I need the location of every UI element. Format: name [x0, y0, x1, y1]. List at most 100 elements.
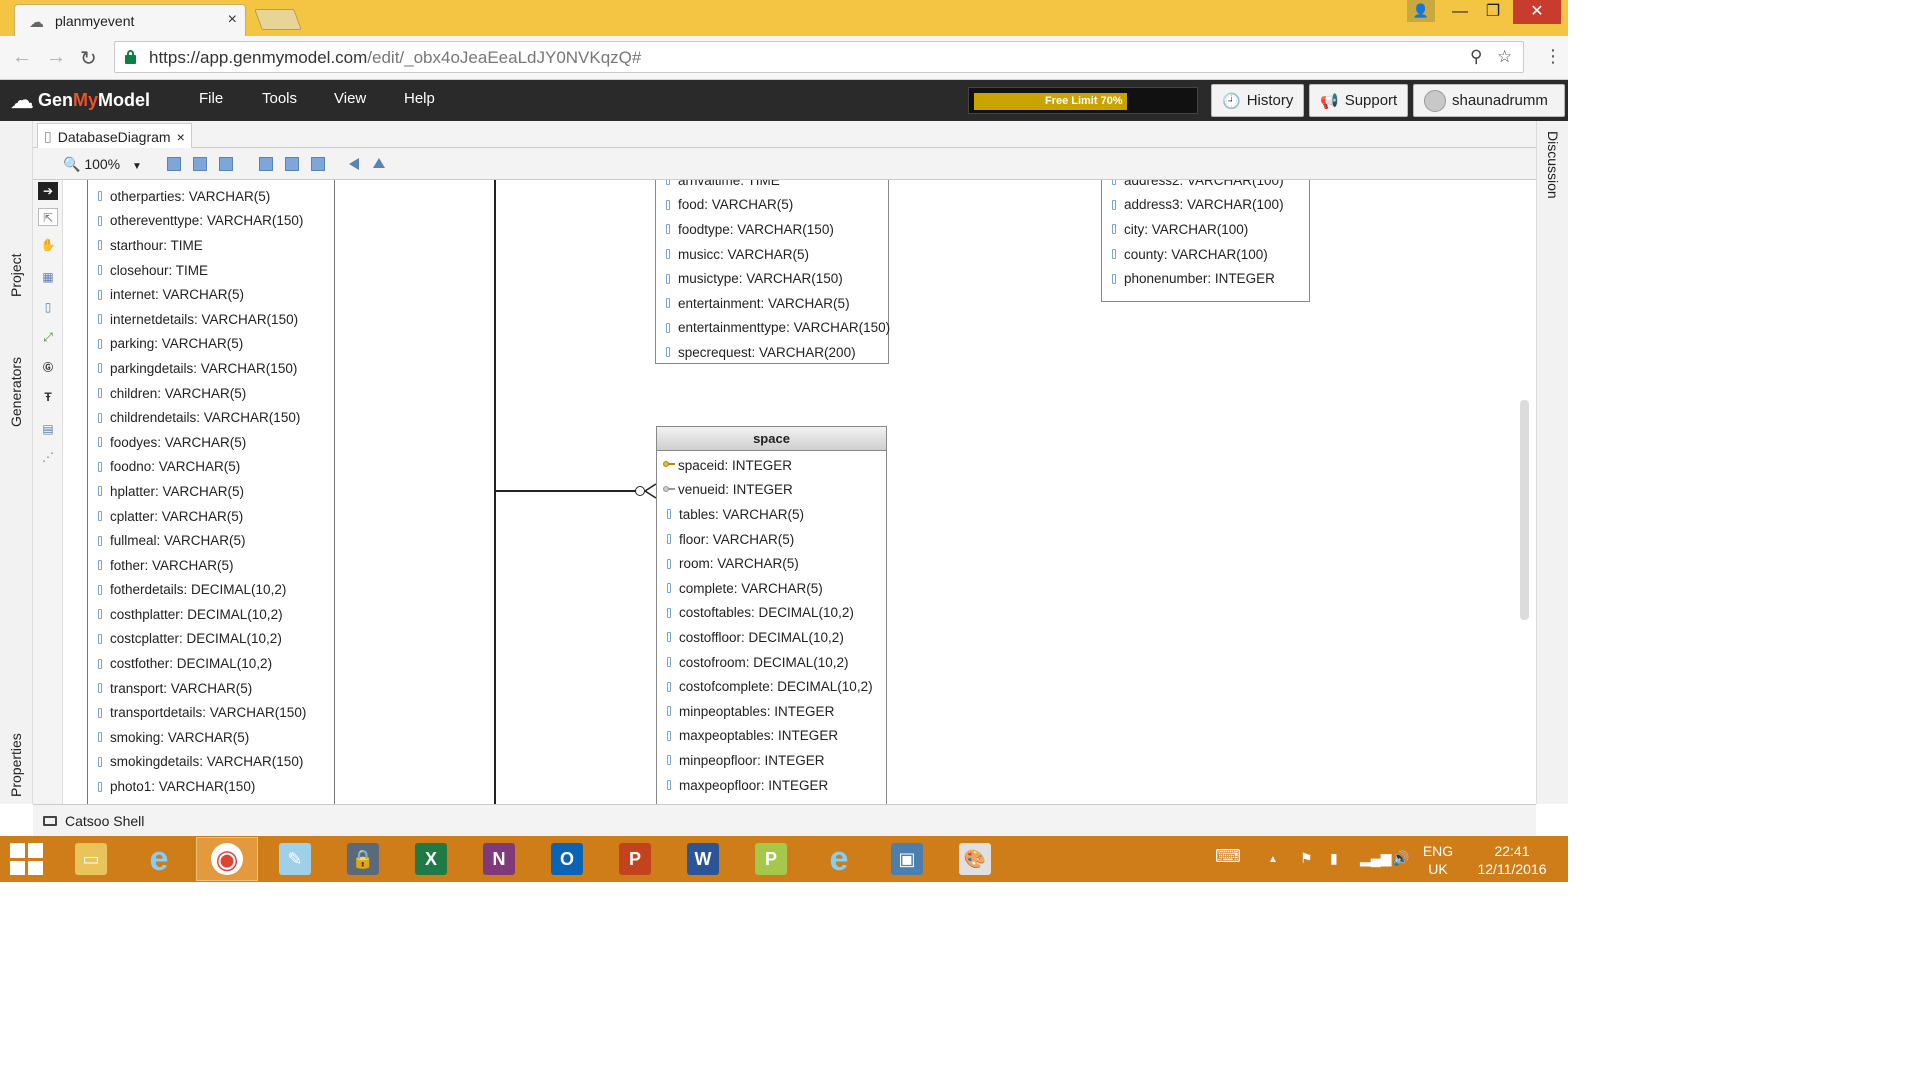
- keyboard-icon[interactable]: ⌨: [1215, 846, 1241, 867]
- show-hidden-icons-icon[interactable]: ▲: [1268, 854, 1278, 865]
- table-field[interactable]: fotherdetails: DECIMAL(10,2): [88, 578, 334, 603]
- table-field[interactable]: starthour: TIME: [88, 233, 334, 258]
- new-tab-button[interactable]: [254, 9, 302, 30]
- table-field[interactable]: otherparties: VARCHAR(5): [88, 184, 334, 209]
- windows-start-icon[interactable]: [10, 843, 44, 875]
- system-clock[interactable]: 22:41 12/11/2016: [1470, 842, 1554, 878]
- tab-databasediagram[interactable]: ▯ DatabaseDiagram ×: [37, 123, 192, 149]
- table-field[interactable]: foodyes: VARCHAR(5): [88, 430, 334, 455]
- table-field[interactable]: costcplatter: DECIMAL(10,2): [88, 627, 334, 652]
- volume-icon[interactable]: 🔊: [1392, 850, 1409, 867]
- table-field[interactable]: cplatter: VARCHAR(5): [88, 504, 334, 529]
- taskbar-powerpoint[interactable]: P: [604, 837, 666, 881]
- history-button[interactable]: 🕘 History: [1211, 84, 1305, 117]
- close-doc-tab-icon[interactable]: ×: [177, 129, 185, 145]
- catsoo-shell-button[interactable]: Catsoo Shell: [43, 813, 144, 829]
- arrow-tool-icon[interactable]: ➔: [38, 182, 58, 200]
- note-tool-icon[interactable]: ▤: [38, 420, 58, 438]
- align-left-icon[interactable]: [259, 157, 273, 171]
- taskbar-word[interactable]: W: [672, 837, 734, 881]
- browser-tab[interactable]: ☁ planmyevent ×: [14, 4, 246, 36]
- table-field[interactable]: venueid: INTEGER: [657, 478, 886, 503]
- support-button[interactable]: 📢 Support: [1309, 84, 1409, 117]
- table-field[interactable]: childrendetails: VARCHAR(150): [88, 405, 334, 430]
- window-close-icon[interactable]: ✕: [1513, 0, 1561, 24]
- table-field[interactable]: city: VARCHAR(100): [1102, 217, 1309, 242]
- diagram-canvas[interactable]: otherparties: VARCHAR(5) othereventtype: …: [63, 180, 1536, 804]
- table-field[interactable]: photo1: VARCHAR(150): [88, 774, 334, 799]
- taskbar-paint[interactable]: 🎨: [944, 837, 1006, 881]
- user-menu-button[interactable]: shaunadrumm: [1413, 84, 1565, 117]
- zoom-select[interactable]: 🔍 100% ▼: [63, 156, 142, 173]
- table-field[interactable]: tables: VARCHAR(5): [657, 502, 886, 527]
- table-field[interactable]: entertainmenttype: VARCHAR(150): [656, 316, 890, 341]
- genmymodel-logo[interactable]: ☁ GenMyModel: [10, 86, 150, 114]
- select-tool-icon[interactable]: ⇱: [38, 208, 58, 226]
- scrollbar-thumb[interactable]: [1520, 400, 1529, 620]
- restore-icon[interactable]: ❐: [1477, 0, 1509, 24]
- table-field[interactable]: address3: VARCHAR(100): [1102, 193, 1309, 218]
- align-right-icon[interactable]: [311, 157, 325, 171]
- table-field[interactable]: minpeopfloor: INTEGER: [657, 748, 886, 773]
- table-field[interactable]: foodtype: VARCHAR(150): [656, 217, 888, 242]
- table-field[interactable]: arrivaltime: TIME: [656, 180, 888, 193]
- taskbar-photos[interactable]: ▣: [876, 837, 938, 881]
- table-tool-icon[interactable]: ▦: [38, 268, 58, 286]
- table-field[interactable]: spaceid: INTEGER: [657, 453, 886, 478]
- table-field[interactable]: phonenumber: INTEGER: [1102, 266, 1309, 291]
- table-field[interactable]: costhplatter: DECIMAL(10,2): [88, 602, 334, 627]
- taskbar-file-explorer[interactable]: ▭: [60, 837, 122, 881]
- entity-table-event-details[interactable]: arrivaltime: TIME food: VARCHAR(5) foodtyp…: [655, 180, 890, 364]
- table-field[interactable]: hplatter: VARCHAR(5): [88, 479, 334, 504]
- table-field[interactable]: costoffloor: DECIMAL(10,2): [657, 625, 886, 650]
- table-field[interactable]: smoking: VARCHAR(5): [88, 725, 334, 750]
- taskbar-excel[interactable]: X: [400, 837, 462, 881]
- table-field[interactable]: costfother: DECIMAL(10,2): [88, 651, 334, 676]
- table-field[interactable]: maxpeopfloor: INTEGER: [657, 773, 886, 798]
- table-field[interactable]: floor: VARCHAR(5): [657, 527, 886, 552]
- table-field[interactable]: musicc: VARCHAR(5): [656, 242, 888, 267]
- close-tab-icon[interactable]: ×: [228, 11, 237, 29]
- table-field[interactable]: parking: VARCHAR(5): [88, 332, 334, 357]
- table-field[interactable]: parkingdetails: VARCHAR(150): [88, 356, 334, 381]
- taskbar-publisher[interactable]: P: [740, 837, 802, 881]
- table-field[interactable]: address2: VARCHAR(100): [1102, 180, 1309, 193]
- table-field[interactable]: food: VARCHAR(5): [656, 193, 888, 218]
- entity-table-left[interactable]: otherparties: VARCHAR(5) othereventtype: …: [87, 180, 335, 804]
- table-field[interactable]: room: VARCHAR(5): [657, 551, 886, 576]
- relation-tool-icon[interactable]: ⤢: [38, 328, 58, 346]
- entity-table-space[interactable]: space spaceid: INTEGER venueid: INTEGER ta…: [656, 426, 887, 804]
- discussion-panel-toggle[interactable]: Discussion: [1545, 131, 1561, 199]
- table-field[interactable]: fother: VARCHAR(5): [88, 553, 334, 578]
- generators-panel-toggle[interactable]: Generators: [8, 357, 24, 427]
- user-profile-icon[interactable]: 👤: [1407, 0, 1435, 22]
- table-field[interactable]: costofcomplete: DECIMAL(10,2): [657, 674, 886, 699]
- battery-icon[interactable]: ▮: [1330, 850, 1338, 867]
- entity-table-venue[interactable]: address2: VARCHAR(100) address3: VARCHAR(…: [1101, 180, 1310, 302]
- taskbar-notepad[interactable]: ✎: [264, 837, 326, 881]
- table-field[interactable]: minpeoptables: INTEGER: [657, 699, 886, 724]
- table-field[interactable]: foodno: VARCHAR(5): [88, 455, 334, 480]
- url-input[interactable]: https://app.genmymodel.com/edit/_obx4oJe…: [114, 41, 1524, 73]
- taskbar-chrome[interactable]: ◉: [196, 837, 258, 881]
- taskbar-internet-explorer[interactable]: e: [128, 837, 190, 881]
- text-tool-icon[interactable]: Ŧ: [38, 388, 58, 406]
- relation-line-horizontal[interactable]: [494, 490, 640, 492]
- table-field[interactable]: entertainment: VARCHAR(5): [656, 291, 888, 316]
- hand-tool-icon[interactable]: ✋: [38, 236, 58, 254]
- table-field[interactable]: costofroom: DECIMAL(10,2): [657, 650, 886, 675]
- table-field[interactable]: musictype: VARCHAR(150): [656, 266, 888, 291]
- table-field[interactable]: county: VARCHAR(100): [1102, 242, 1309, 267]
- network-signal-icon[interactable]: ▂▄▆: [1360, 850, 1391, 867]
- back-icon[interactable]: ←: [12, 46, 32, 69]
- table-field[interactable]: maxpeoptables: INTEGER: [657, 724, 886, 749]
- zoom-icon[interactable]: ⚲: [1470, 47, 1482, 67]
- menu-view[interactable]: View: [334, 90, 366, 107]
- forward-icon[interactable]: →: [46, 46, 66, 69]
- table-field[interactable]: minpeoproom: INTEGER: [657, 797, 886, 804]
- align-top-icon[interactable]: [167, 157, 181, 171]
- menu-file[interactable]: File: [199, 90, 223, 107]
- link-tool-icon[interactable]: ⋰: [38, 448, 58, 466]
- distribute-vertical-icon[interactable]: [373, 158, 385, 168]
- table-field[interactable]: children: VARCHAR(5): [88, 381, 334, 406]
